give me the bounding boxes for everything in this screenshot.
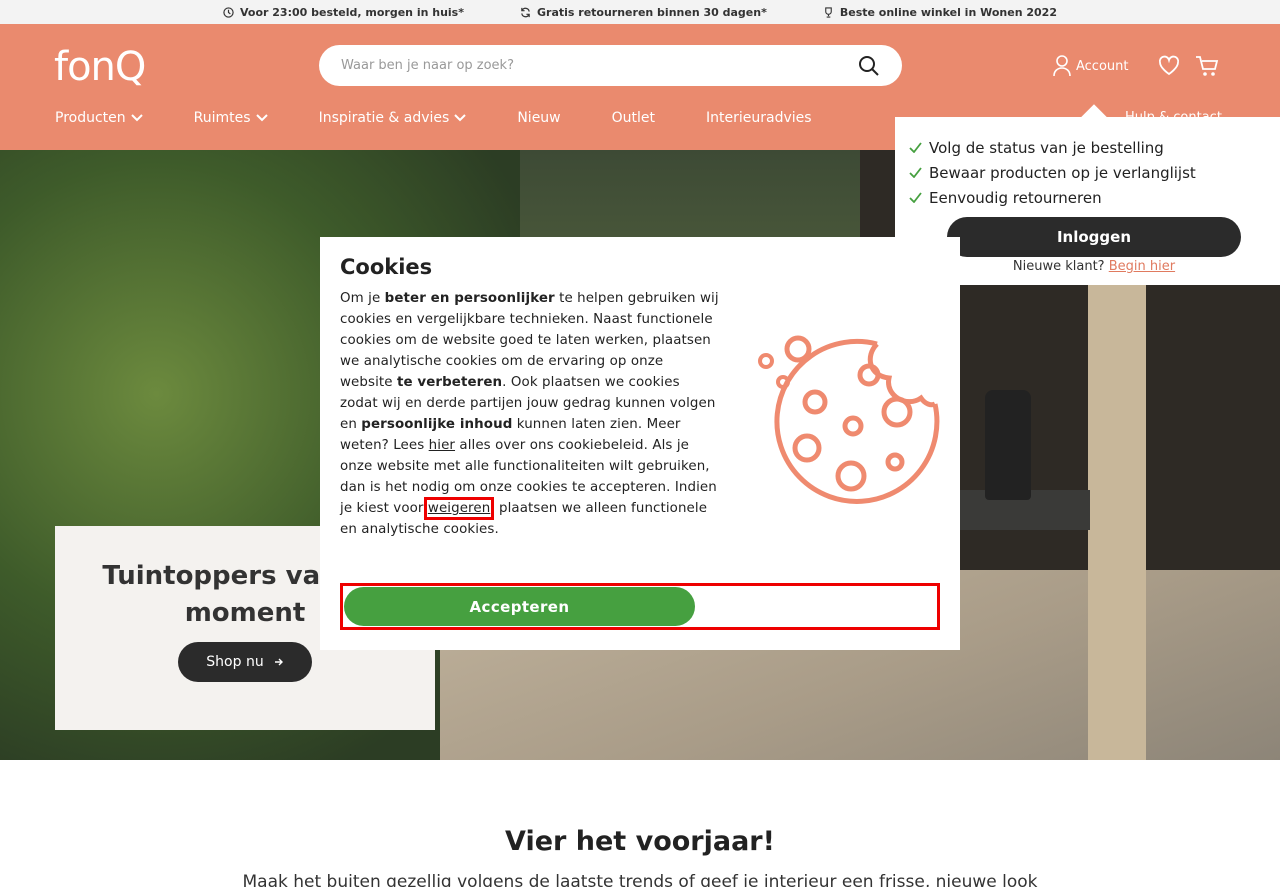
check-icon xyxy=(909,142,922,153)
clock-icon xyxy=(223,6,234,18)
search-icon[interactable] xyxy=(858,55,880,77)
usp-text: Gratis retourneren binnen 30 dagen* xyxy=(536,5,767,19)
cookie-seg-bold: te verbeteren xyxy=(396,375,503,390)
nav-item-inspiratie[interactable]: Inspiratie & advies xyxy=(319,110,467,126)
account-label: Account xyxy=(1076,58,1129,74)
refuse-cookies-link[interactable]: weigeren xyxy=(423,497,495,520)
chevron-down-icon xyxy=(255,114,268,122)
begin-here-link[interactable]: Begin hier xyxy=(1109,259,1175,274)
search-input[interactable] xyxy=(341,45,841,86)
account-benefits: Volg de status van je bestelling Bewaar … xyxy=(909,135,1196,210)
benefit-text: Eenvoudig retourneren xyxy=(929,188,1102,207)
benefit-item: Bewaar producten op je verlanglijst xyxy=(909,160,1196,185)
user-icon xyxy=(1053,55,1071,77)
nav-item-interieuradvies[interactable]: Interieuradvies xyxy=(706,110,812,126)
benefit-item: Eenvoudig retourneren xyxy=(909,185,1196,210)
usp-item: Voor 23:00 besteld, morgen in huis* xyxy=(223,6,464,19)
arrow-right-icon xyxy=(274,658,283,666)
benefit-item: Volg de status van je bestelling xyxy=(909,135,1196,160)
cookie-text: Om je beter en persoonlijker te helpen g… xyxy=(340,288,720,540)
nav-label: Ruimtes xyxy=(193,110,251,126)
usp-text: Voor 23:00 besteld, morgen in huis* xyxy=(240,5,464,19)
usp-text: Beste online winkel in Wonen 2022 xyxy=(839,5,1057,19)
logo[interactable]: fonQ xyxy=(54,44,146,90)
nav-item-ruimtes[interactable]: Ruimtes xyxy=(194,110,268,126)
nav-label: Outlet xyxy=(611,110,656,126)
usp-bar: Voor 23:00 besteld, morgen in huis* Grat… xyxy=(0,0,1280,24)
shop-now-label: Shop nu xyxy=(206,654,264,670)
cookie-seg-bold: persoonlijke inhoud xyxy=(361,417,513,432)
cart-icon[interactable] xyxy=(1195,55,1219,77)
cookie-policy-link[interactable]: hier xyxy=(429,438,455,453)
refresh-icon xyxy=(521,7,530,17)
cookie-modal: Cookies Om je beter en persoonlijker te … xyxy=(320,237,960,650)
chevron-down-icon xyxy=(130,114,143,122)
benefit-text: Volg de status van je bestelling xyxy=(929,138,1164,157)
nav-item-nieuw[interactable]: Nieuw xyxy=(517,110,560,126)
new-customer-text: Nieuwe klant? xyxy=(1012,259,1105,274)
nav-label: Inspiratie & advies xyxy=(318,110,450,126)
benefit-text: Bewaar producten op je verlanglijst xyxy=(929,163,1196,182)
heart-icon[interactable] xyxy=(1158,55,1180,77)
shop-now-button[interactable]: Shop nu xyxy=(178,642,312,682)
accept-cookies-button[interactable]: Accepteren xyxy=(344,587,695,626)
section-text: Maak het buiten gezellig volgens de laat… xyxy=(242,872,1038,887)
cookie-seg-bold: beter en persoonlijker xyxy=(384,291,555,306)
nav-label: Producten xyxy=(55,110,126,126)
search-bar xyxy=(319,45,902,86)
usp-item: Gratis retourneren binnen 30 dagen* xyxy=(520,6,767,19)
trophy-icon xyxy=(825,6,832,18)
cookie-seg: Om je xyxy=(340,291,385,306)
check-icon xyxy=(909,192,922,203)
hero-image-lamp xyxy=(985,390,1031,500)
nav-item-outlet[interactable]: Outlet xyxy=(612,110,655,126)
cookie-icon xyxy=(758,335,940,504)
nav-label: Nieuw xyxy=(517,110,561,126)
main-nav: Producten Ruimtes Inspiratie & advies Ni… xyxy=(55,110,863,126)
cookie-title: Cookies xyxy=(340,255,433,279)
nav-item-producten[interactable]: Producten xyxy=(55,110,143,126)
nav-label: Interieuradvies xyxy=(706,110,812,126)
usp-item: Beste online winkel in Wonen 2022 xyxy=(823,6,1057,19)
account-button[interactable]: Account xyxy=(1052,55,1129,77)
chevron-down-icon xyxy=(454,114,467,122)
section-title: Vier het voorjaar! xyxy=(505,826,775,857)
login-button[interactable]: Inloggen xyxy=(947,217,1241,257)
check-icon xyxy=(909,167,922,178)
